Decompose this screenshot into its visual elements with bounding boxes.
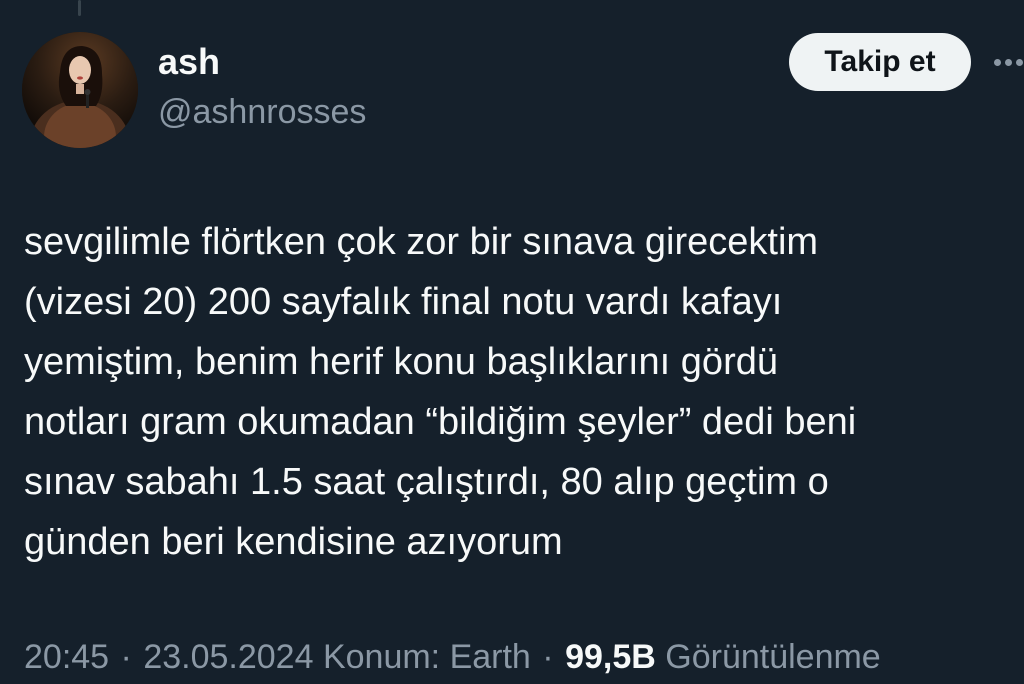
tweet-text-line: (vizesi 20) 200 sayfalık final notu vard…: [24, 281, 783, 323]
thread-connector-line: [78, 0, 81, 16]
user-avatar-icon: [22, 32, 138, 148]
tweet-text: sevgilimle flörtken çok zor bir sınava g…: [24, 212, 1014, 572]
views-label: Görüntülenme: [665, 638, 881, 676]
tweet-text-line: yemiştim, benim herif konu başlıklarını …: [24, 341, 778, 383]
tweet-location: Konum: Earth: [322, 638, 531, 676]
tweet-metadata: 20:45 · 23.05.2024 Konum: Earth · 99,5B …: [24, 634, 881, 680]
views-count[interactable]: 99,5B: [565, 638, 656, 676]
meta-separator: ·: [542, 638, 554, 676]
tweet-text-line: günden beri kendisine azıyorum: [24, 521, 563, 563]
tweet-text-line: sınav sabahı 1.5 saat çalıştırdı, 80 alı…: [24, 461, 829, 503]
meta-separator: ·: [120, 638, 132, 676]
tweet-text-line: notları gram okumadan “bildiğim şeyler” …: [24, 401, 857, 443]
tweet-date[interactable]: 23.05.2024: [143, 638, 313, 676]
author-handle[interactable]: @ashnrosses: [158, 92, 366, 132]
tweet-text-line: sevgilimle flörtken çok zor bir sınava g…: [24, 221, 819, 263]
author-display-name[interactable]: ash: [158, 40, 220, 84]
author-avatar[interactable]: [22, 32, 138, 148]
more-options-button[interactable]: [988, 48, 1024, 76]
follow-button[interactable]: Takip et: [789, 33, 971, 91]
tweet-time[interactable]: 20:45: [24, 638, 109, 676]
